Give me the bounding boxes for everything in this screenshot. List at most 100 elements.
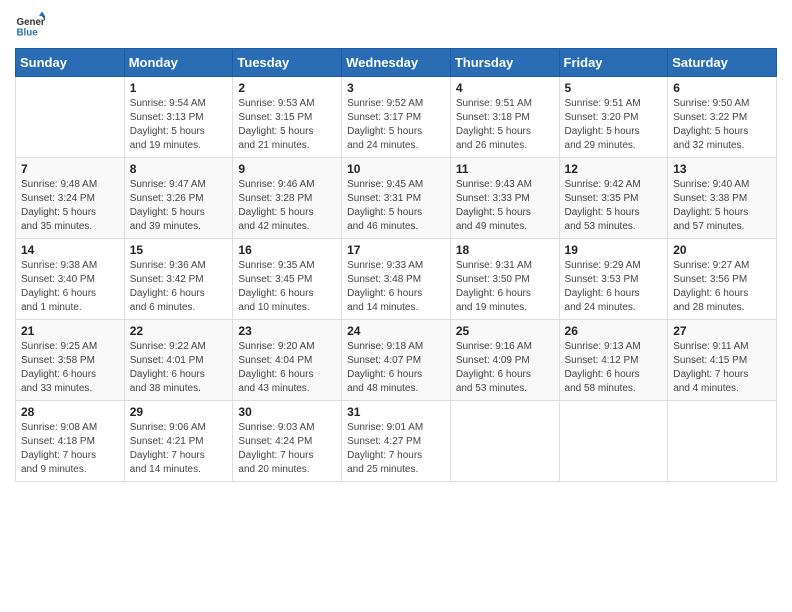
calendar-cell: 9 Sunrise: 9:46 AM Sunset: 3:28 PM Daylig… [233,158,342,239]
logo-icon: General Blue [15,10,45,40]
calendar-cell: 21 Sunrise: 9:25 AM Sunset: 3:58 PM Dayli… [16,320,125,401]
calendar-week-row: 21 Sunrise: 9:25 AM Sunset: 3:58 PM Dayli… [16,320,777,401]
calendar-cell [559,401,668,482]
day-info: Sunrise: 9:25 AM Sunset: 3:58 PM Dayligh… [21,340,119,396]
day-number: 5 [565,81,663,95]
calendar-cell: 3 Sunrise: 9:52 AM Sunset: 3:17 PM Daylig… [342,77,451,158]
day-number: 2 [238,81,336,95]
calendar-cell: 28 Sunrise: 9:08 AM Sunset: 4:18 PM Dayli… [16,401,125,482]
calendar-table: SundayMondayTuesdayWednesdayThursdayFrid… [15,48,777,482]
day-info: Sunrise: 9:38 AM Sunset: 3:40 PM Dayligh… [21,259,119,315]
svg-text:General: General [17,17,46,28]
day-number: 16 [238,243,336,257]
calendar-cell: 22Sunrise: 9:22 AM Sunset: 4:01 PM Dayli… [124,320,233,401]
day-number: 14 [21,243,119,257]
calendar-header-saturday: Saturday [668,49,777,77]
calendar-cell: 7 Sunrise: 9:48 AM Sunset: 3:24 PM Daylig… [16,158,125,239]
day-info: Sunrise: 9:08 AM Sunset: 4:18 PM Dayligh… [21,421,119,477]
calendar-week-row: 7 Sunrise: 9:48 AM Sunset: 3:24 PM Daylig… [16,158,777,239]
day-number: 12 [565,162,663,176]
day-info: Sunrise: 9:20 AM Sunset: 4:04 PM Dayligh… [238,340,336,396]
logo: General Blue [15,10,45,40]
day-info: Sunrise: 9:47 AM Sunset: 3:26 PM Dayligh… [130,178,228,234]
day-info: Sunrise: 9:29 AM Sunset: 3:53 PM Dayligh… [565,259,663,315]
calendar-week-row: 28 Sunrise: 9:08 AM Sunset: 4:18 PM Dayli… [16,401,777,482]
calendar-cell: 29 Sunrise: 9:06 AM Sunset: 4:21 PM Dayli… [124,401,233,482]
day-number: 4 [456,81,554,95]
day-info: Sunrise: 9:31 AM Sunset: 3:50 PM Dayligh… [456,259,554,315]
day-info: Sunrise: 9:36 AM Sunset: 3:42 PM Dayligh… [130,259,228,315]
calendar-cell: 12 Sunrise: 9:42 AM Sunset: 3:35 PM Dayli… [559,158,668,239]
day-number: 28 [21,405,119,419]
calendar-header-wednesday: Wednesday [342,49,451,77]
day-info: Sunrise: 9:35 AM Sunset: 3:45 PM Dayligh… [238,259,336,315]
calendar-header-sunday: Sunday [16,49,125,77]
day-info: Sunrise: 9:06 AM Sunset: 4:21 PM Dayligh… [130,421,228,477]
calendar-header-thursday: Thursday [450,49,559,77]
calendar-week-row: 14 Sunrise: 9:38 AM Sunset: 3:40 PM Dayli… [16,239,777,320]
day-number: 18 [456,243,554,257]
day-number: 20 [673,243,771,257]
day-number: 8 [130,162,228,176]
calendar-cell: 20 Sunrise: 9:27 AM Sunset: 3:56 PM Dayli… [668,239,777,320]
calendar-header-monday: Monday [124,49,233,77]
day-info: Sunrise: 9:51 AM Sunset: 3:20 PM Dayligh… [565,97,663,153]
day-number: 3 [347,81,445,95]
day-number: 17 [347,243,445,257]
svg-text:Blue: Blue [17,28,39,39]
day-info: Sunrise: 9:13 AM Sunset: 4:12 PM Dayligh… [565,340,663,396]
day-number: 6 [673,81,771,95]
day-info: Sunrise: 9:42 AM Sunset: 3:35 PM Dayligh… [565,178,663,234]
day-info: Sunrise: 9:48 AM Sunset: 3:24 PM Dayligh… [21,178,119,234]
day-info: Sunrise: 9:46 AM Sunset: 3:28 PM Dayligh… [238,178,336,234]
calendar-cell [450,401,559,482]
calendar-cell: 24Sunrise: 9:18 AM Sunset: 4:07 PM Dayli… [342,320,451,401]
day-number: 26 [565,324,663,338]
calendar-cell: 15 Sunrise: 9:36 AM Sunset: 3:42 PM Dayli… [124,239,233,320]
day-info: Sunrise: 9:45 AM Sunset: 3:31 PM Dayligh… [347,178,445,234]
day-number: 15 [130,243,228,257]
day-info: Sunrise: 9:27 AM Sunset: 3:56 PM Dayligh… [673,259,771,315]
day-number: 7 [21,162,119,176]
calendar-cell: 13Sunrise: 9:40 AM Sunset: 3:38 PM Dayli… [668,158,777,239]
day-info: Sunrise: 9:16 AM Sunset: 4:09 PM Dayligh… [456,340,554,396]
day-number: 13 [673,162,771,176]
calendar-cell: 5 Sunrise: 9:51 AM Sunset: 3:20 PM Daylig… [559,77,668,158]
day-number: 29 [130,405,228,419]
day-info: Sunrise: 9:43 AM Sunset: 3:33 PM Dayligh… [456,178,554,234]
page-header: General Blue [15,10,777,40]
calendar-cell: 23 Sunrise: 9:20 AM Sunset: 4:04 PM Dayli… [233,320,342,401]
day-number: 25 [456,324,554,338]
calendar-cell: 6 Sunrise: 9:50 AM Sunset: 3:22 PM Daylig… [668,77,777,158]
calendar-cell: 17 Sunrise: 9:33 AM Sunset: 3:48 PM Dayli… [342,239,451,320]
calendar-cell: 2 Sunrise: 9:53 AM Sunset: 3:15 PM Daylig… [233,77,342,158]
calendar-cell [668,401,777,482]
day-number: 1 [130,81,228,95]
calendar-cell: 30Sunrise: 9:03 AM Sunset: 4:24 PM Dayli… [233,401,342,482]
day-number: 23 [238,324,336,338]
day-info: Sunrise: 9:18 AM Sunset: 4:07 PM Dayligh… [347,340,445,396]
day-number: 19 [565,243,663,257]
calendar-cell: 8 Sunrise: 9:47 AM Sunset: 3:26 PM Daylig… [124,158,233,239]
day-number: 10 [347,162,445,176]
calendar-cell [16,77,125,158]
day-number: 21 [21,324,119,338]
calendar-cell: 19 Sunrise: 9:29 AM Sunset: 3:53 PM Dayli… [559,239,668,320]
day-info: Sunrise: 9:53 AM Sunset: 3:15 PM Dayligh… [238,97,336,153]
day-number: 11 [456,162,554,176]
day-info: Sunrise: 9:11 AM Sunset: 4:15 PM Dayligh… [673,340,771,396]
calendar-cell: 14 Sunrise: 9:38 AM Sunset: 3:40 PM Dayli… [16,239,125,320]
calendar-week-row: 1Sunrise: 9:54 AM Sunset: 3:13 PM Daylig… [16,77,777,158]
day-info: Sunrise: 9:52 AM Sunset: 3:17 PM Dayligh… [347,97,445,153]
calendar-cell: 11 Sunrise: 9:43 AM Sunset: 3:33 PM Dayli… [450,158,559,239]
day-info: Sunrise: 9:22 AM Sunset: 4:01 PM Dayligh… [130,340,228,396]
day-number: 27 [673,324,771,338]
calendar-header-row: SundayMondayTuesdayWednesdayThursdayFrid… [16,49,777,77]
day-number: 31 [347,405,445,419]
day-info: Sunrise: 9:33 AM Sunset: 3:48 PM Dayligh… [347,259,445,315]
day-number: 9 [238,162,336,176]
day-info: Sunrise: 9:50 AM Sunset: 3:22 PM Dayligh… [673,97,771,153]
day-number: 30 [238,405,336,419]
calendar-cell: 25 Sunrise: 9:16 AM Sunset: 4:09 PM Dayli… [450,320,559,401]
calendar-cell: 16 Sunrise: 9:35 AM Sunset: 3:45 PM Dayli… [233,239,342,320]
